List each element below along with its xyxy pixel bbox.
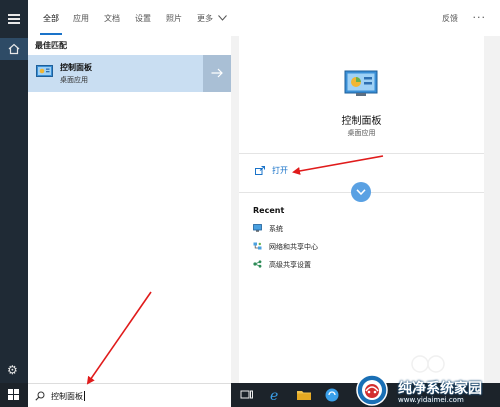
tab-more[interactable]: 更多 [197, 13, 227, 24]
chevron-down-icon [217, 15, 227, 21]
expand-button[interactable] [351, 182, 371, 202]
recent-item-label: 高级共享设置 [269, 261, 311, 269]
open-label: 打开 [272, 166, 288, 175]
home-icon [8, 43, 20, 55]
tab-photos[interactable]: 照片 [166, 13, 182, 24]
tab-settings[interactable]: 设置 [135, 13, 151, 24]
network-icon [253, 242, 262, 250]
settings-gear-icon[interactable]: ⚙ [7, 364, 18, 376]
best-match-result[interactable]: 控制面板 桌面应用 [28, 55, 203, 92]
control-panel-large-icon [344, 70, 378, 96]
file-explorer-icon[interactable] [296, 387, 312, 403]
recent-item-label: 系统 [269, 225, 283, 233]
open-action[interactable]: 打开 [255, 165, 288, 176]
hamburger-menu-icon[interactable] [8, 14, 20, 26]
search-scope-tabs: 全部 应用 文档 设置 照片 更多 反馈 ··· [28, 0, 500, 36]
recent-item-label: 网络和共享中心 [269, 243, 318, 251]
chevron-down-icon [356, 189, 366, 195]
best-match-title: 控制面板 [60, 63, 92, 72]
detail-title: 控制面板 [341, 116, 382, 127]
arrow-right-icon [211, 68, 223, 78]
recent-item[interactable]: 网络和共享中心 [253, 242, 318, 252]
taskbar-search-box[interactable]: 控制面板 [28, 383, 231, 407]
windows-start-icon[interactable] [8, 389, 19, 400]
svg-text:e: e [270, 388, 278, 403]
task-view-icon[interactable] [239, 387, 255, 403]
tab-more-label: 更多 [197, 14, 213, 23]
recent-heading: Recent [253, 206, 285, 215]
site-watermark: 纯净系统家园 www.yidaimei.com [356, 374, 500, 407]
tab-apps[interactable]: 应用 [73, 13, 89, 24]
recent-item[interactable]: 高级共享设置 [253, 260, 311, 270]
watermark-url: www.yidaimei.com [398, 396, 464, 404]
best-match-subtitle: 桌面应用 [60, 76, 88, 84]
best-match-heading: 最佳匹配 [35, 41, 67, 50]
control-panel-icon [36, 65, 53, 77]
open-icon [255, 166, 265, 175]
search-query: 控制面板 [51, 392, 83, 401]
tab-all[interactable]: 全部 [40, 13, 62, 35]
edge-browser-icon[interactable]: e [267, 387, 283, 403]
store-icon[interactable] [324, 387, 340, 403]
feedback-link[interactable]: 反馈 [442, 13, 458, 24]
open-details-button[interactable] [203, 55, 231, 92]
sharing-icon [253, 260, 262, 268]
home-button[interactable] [0, 38, 28, 60]
detail-pane: 控制面板 桌面应用 打开 Recent 系统 网络和共享中心 高级共享设置 [239, 36, 484, 383]
monitor-icon [253, 224, 262, 232]
divider [239, 153, 484, 154]
watermark-title: 纯净系统家园 [398, 381, 482, 397]
decorative-watermark-mark [411, 355, 445, 373]
search-icon [35, 391, 45, 401]
recent-item[interactable]: 系统 [253, 224, 283, 234]
start-left-rail: ⚙ [0, 0, 28, 383]
detail-subtitle: 桌面应用 [347, 129, 376, 137]
search-input[interactable]: 控制面板 [51, 391, 85, 402]
more-options-icon[interactable]: ··· [473, 11, 487, 24]
search-results-pane: 最佳匹配 控制面板 桌面应用 [28, 36, 231, 383]
text-caret [84, 391, 85, 401]
watermark-logo-icon [356, 374, 388, 406]
tab-documents[interactable]: 文档 [104, 13, 120, 24]
